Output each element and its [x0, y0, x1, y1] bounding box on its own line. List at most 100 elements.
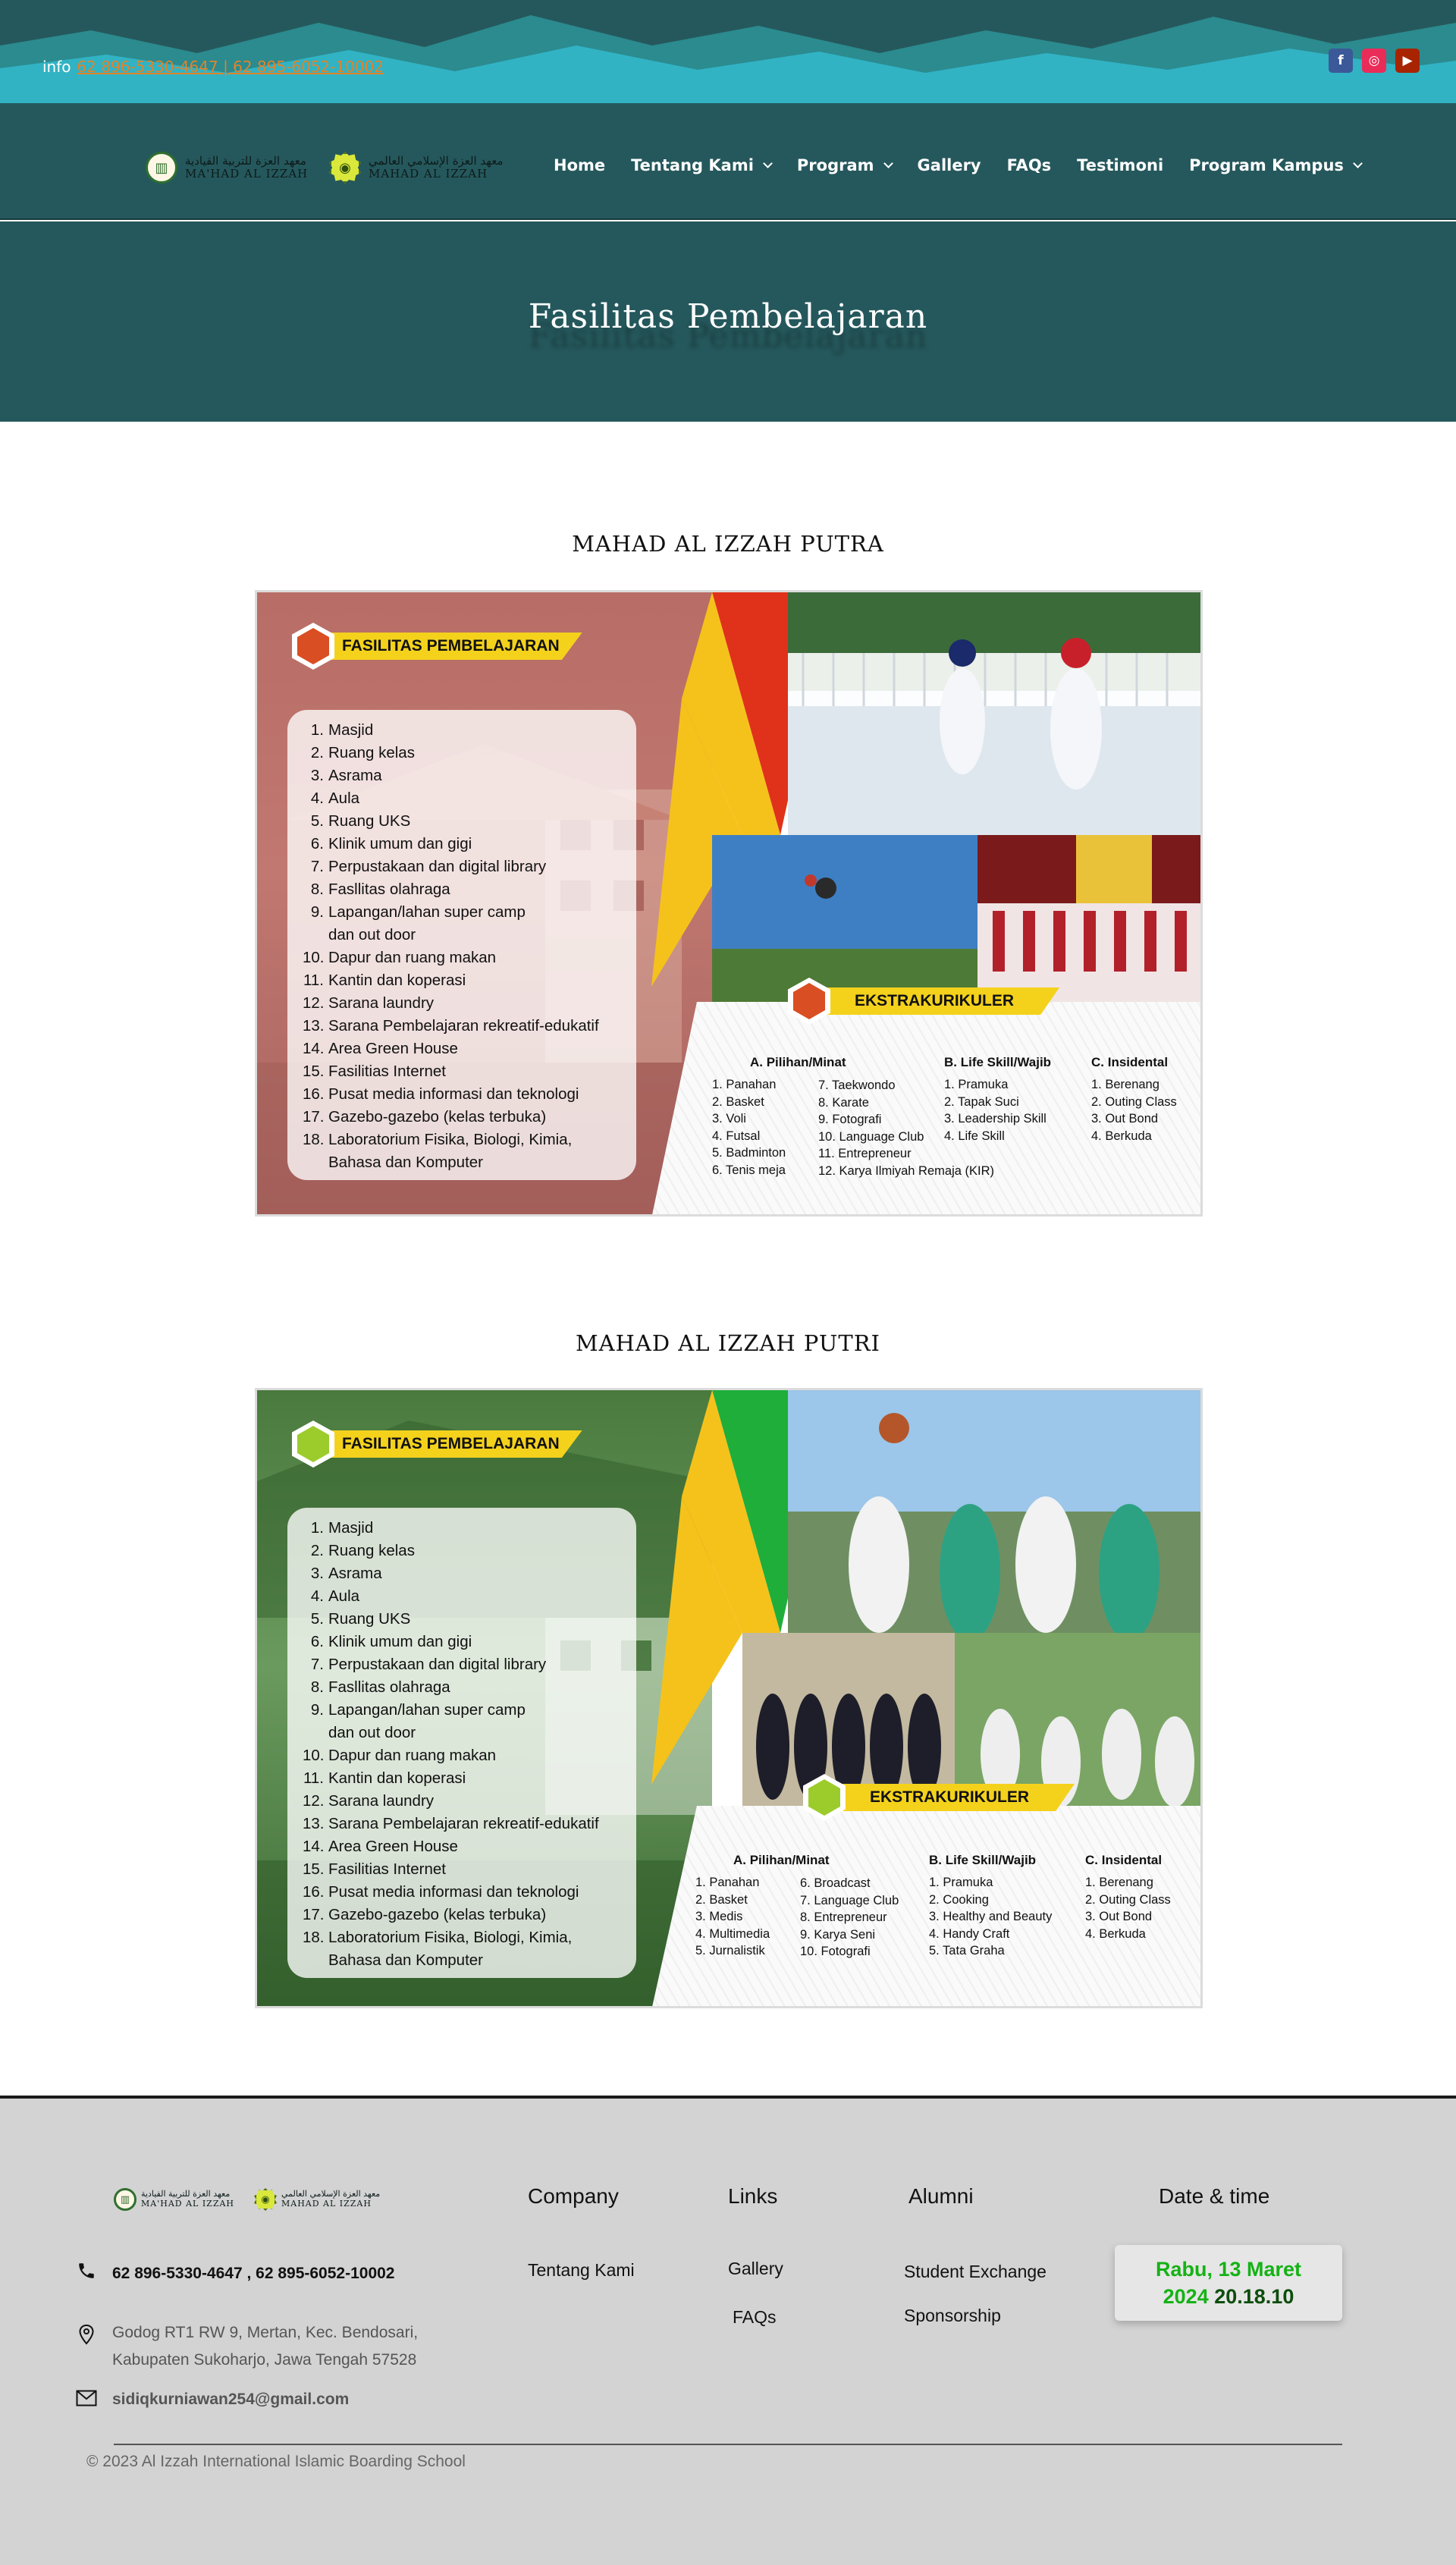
- ekstra-item: 11. Entrepreneur: [818, 1147, 912, 1160]
- ekstra-item: 4. Berkuda: [1085, 1926, 1146, 1941]
- ekstra-item: 4. Handy Craft: [929, 1926, 1010, 1941]
- nav-tentang-kami[interactable]: Tentang Kami: [631, 156, 773, 174]
- ekstra-item: 2. Cooking: [929, 1892, 989, 1907]
- facility-item: 18. Laboratorium Fisika, Biologi, Kimia,: [303, 1929, 573, 1946]
- section-title-putri: MAHAD AL IZZAH PUTRI: [575, 1330, 881, 1356]
- nav-home[interactable]: Home: [554, 156, 605, 174]
- facility-item: Bahasa dan Komputer: [328, 1951, 483, 1969]
- nav-label: Program: [796, 156, 874, 174]
- ekstra-col-b: B. Life Skill/Wajib 1. Pramuka 2. Tapak …: [944, 1055, 1051, 1144]
- nav-label: Home: [554, 156, 606, 174]
- facility-item: Bahasa dan Komputer: [328, 1154, 483, 1171]
- ekstra-col-c: C. Insidental 1. Berenang 2. Outing Clas…: [1091, 1055, 1177, 1144]
- year-time-text: 2024 20.18.10: [1115, 2283, 1342, 2310]
- ekstra-item: 1. Berenang: [1085, 1876, 1153, 1889]
- facility-item: 6. Klinik umum dan gigi: [310, 1633, 472, 1650]
- ekstra-item: 6. Broadcast: [800, 1876, 871, 1890]
- star-emblem-icon: ◉: [329, 152, 361, 184]
- footer-logos[interactable]: ▥ معهد العزة للتربية القيادية MA'HAD AL I…: [114, 2188, 380, 2211]
- facility-item: 17. Gazebo-gazebo (kelas terbuka): [303, 1108, 547, 1126]
- banner-fasilitas: FASILITAS PEMBELAJARAN: [292, 623, 582, 670]
- footer-link-gallery[interactable]: Gallery: [728, 2259, 783, 2279]
- facility-item: 18. Laboratorium Fisika, Biologi, Kimia,: [303, 1131, 573, 1148]
- facility-item: 4. Aula: [310, 1587, 360, 1605]
- facility-item: 7. Perpustakaan dan digital library: [310, 858, 547, 875]
- banner-fasilitas: FASILITAS PEMBELAJARAN: [292, 1421, 582, 1468]
- facility-item: 13. Sarana Pembelajaran rekreatif-edukati…: [303, 1017, 599, 1034]
- ekstra-col-a2: 6. Broadcast 7. Language Club 8. Entrepr…: [800, 1875, 899, 1961]
- ekstra-item: 8. Entrepreneur: [800, 1910, 887, 1924]
- ekstra-item: 2. Outing Class: [1085, 1892, 1171, 1907]
- logo-latin-text: MA'HAD AL IZZAH: [185, 167, 309, 181]
- nav-testimoni[interactable]: Testimoni: [1077, 156, 1163, 174]
- footer-link-sponsorship[interactable]: Sponsorship: [904, 2306, 1001, 2326]
- chevron-down-icon: [883, 159, 893, 168]
- ekstra-item: 3. Healthy and Beauty: [929, 1910, 1053, 1923]
- banner-fasilitas-label: FASILITAS PEMBELAJARAN: [328, 633, 582, 660]
- star-emblem-icon: ◉: [254, 2188, 277, 2211]
- ekstra-item: 12. Karya Ilmiyah Remaja (KIR): [818, 1163, 994, 1178]
- instagram-icon[interactable]: ◎: [1362, 49, 1386, 73]
- banner-ekstrakurikuler: EKSTRAKURIKULER: [788, 978, 1059, 1025]
- facility-item: 4. Aula: [310, 790, 360, 807]
- footer-company-heading: Company: [528, 2184, 619, 2208]
- facility-item: 12. Sarana laundry: [303, 994, 435, 1012]
- chevron-down-icon: [1353, 159, 1363, 168]
- info-label: info: [42, 58, 71, 76]
- facility-item: 3. Asrama: [310, 1565, 382, 1582]
- ekstra-item: 7. Language Club: [800, 1893, 899, 1907]
- footer-phone-text[interactable]: 62 896-5330-4647 , 62 895-6052-10002: [112, 2260, 394, 2287]
- hero-banner: Fasilitas Pembelajaran: [0, 221, 1456, 422]
- info-phone-link[interactable]: 62 896-5330-4647 | 62 895-6052-10002: [77, 58, 384, 76]
- banner-fasilitas-label: FASILITAS PEMBELAJARAN: [328, 1430, 582, 1458]
- ekstra-col-heading: A. Pilihan/Minat: [750, 1055, 846, 1069]
- nav-program-kampus[interactable]: Program Kampus: [1189, 156, 1363, 174]
- facebook-icon[interactable]: f: [1329, 49, 1353, 73]
- footer-address: Godog RT1 RW 9, Mertan, Kec. Bendosari, …: [76, 2319, 418, 2374]
- facility-item: 5. Ruang UKS: [310, 1610, 411, 1628]
- logo-mahad-al-izzah-2[interactable]: ◉ معهد العزة الإسلامي العالمي MAHAD AL I…: [329, 152, 504, 184]
- ekstra-col-heading: B. Life Skill/Wajib: [944, 1055, 1052, 1069]
- facility-item: 14. Area Green House: [303, 1040, 458, 1057]
- footer-link-faqs[interactable]: FAQs: [733, 2307, 777, 2328]
- logo-mahad-al-izzah-1[interactable]: ▥ معهد العزة للتربية القيادية MA'HAD AL …: [146, 152, 308, 184]
- nav-program[interactable]: Program: [796, 156, 893, 174]
- date-text: Rabu, 13 Maret: [1155, 2258, 1302, 2281]
- nav-faqs[interactable]: FAQs: [1007, 156, 1052, 174]
- phone-icon: [76, 2260, 97, 2281]
- facility-item: 8. Fasllitas olahraga: [310, 1678, 450, 1696]
- nav-label: Gallery: [917, 156, 981, 174]
- footer-alumni-heading: Alumni: [908, 2184, 974, 2208]
- facility-item: 16. Pusat media informasi dan teknologi: [303, 1883, 579, 1901]
- facility-item: 10. Dapur dan ruang makan: [303, 1747, 497, 1764]
- top-bar: info 62 896-5330-4647 | 62 895-6052-10002…: [0, 0, 1456, 103]
- facility-item: 9. Lapangan/lahan super camp: [310, 903, 526, 921]
- facility-item: 3. Asrama: [310, 767, 382, 784]
- footer-email-text[interactable]: sidiqkurniawan254@gmail.com: [112, 2386, 349, 2413]
- ekstra-item: 4. Life Skill: [944, 1129, 1005, 1143]
- ekstra-item: 1. Pramuka: [929, 1876, 993, 1889]
- logo-arabic-text: معهد العزة للتربية القيادية: [185, 153, 306, 168]
- facility-item: 10. Dapur dan ruang makan: [303, 949, 497, 966]
- facility-item: 1. Masjid: [310, 1519, 374, 1537]
- facility-item: 14. Area Green House: [303, 1838, 458, 1855]
- nav-label: Testimoni: [1077, 156, 1164, 174]
- facility-item: 2. Ruang kelas: [310, 744, 415, 761]
- banner-ekstrakurikuler: EKSTRAKURIKULER: [803, 1774, 1075, 1821]
- main-navigation: ▥ معهد العزة للتربية القيادية MA'HAD AL …: [0, 103, 1456, 220]
- nav-gallery[interactable]: Gallery: [918, 156, 981, 174]
- emblem-icon: ▥: [146, 152, 177, 184]
- footer-link-tentang-kami[interactable]: Tentang Kami: [528, 2260, 635, 2281]
- footer-link-student-exchange[interactable]: Student Exchange: [904, 2262, 1046, 2282]
- poster-putra: FASILITAS PEMBELAJARAN 1. Masjid 2. Ruang …: [255, 590, 1203, 1217]
- photo-taekwondo: [788, 592, 1200, 835]
- section-title-putra: MAHAD AL IZZAH PUTRA: [572, 531, 884, 557]
- youtube-icon[interactable]: ▶: [1395, 49, 1420, 73]
- ekstra-col-heading: A. Pilihan/Minat: [733, 1853, 830, 1867]
- facility-item: 2. Ruang kelas: [310, 1542, 415, 1559]
- logo-latin-text: MAHAD AL IZZAH: [369, 167, 488, 181]
- banner-ekstra-label: EKSTRAKURIKULER: [824, 987, 1059, 1015]
- ekstra-item: 3. Out Bond: [1085, 1910, 1153, 1923]
- photo-choir: [977, 835, 1200, 1002]
- ekstra-col-b: B. Life Skill/Wajib 1. Pramuka 2. Cookin…: [929, 1853, 1052, 1960]
